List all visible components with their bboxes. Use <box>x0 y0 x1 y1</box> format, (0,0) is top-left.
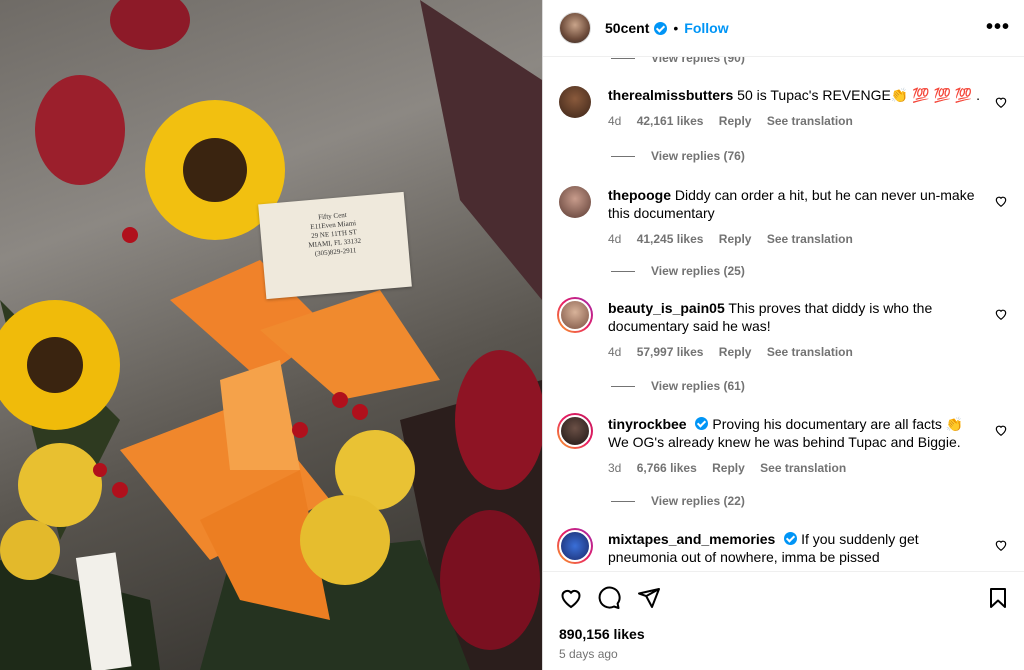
verified-badge-icon <box>784 532 798 545</box>
comment-avatar[interactable] <box>557 413 593 449</box>
comment-body: tinyrockbee Proving his documentary are … <box>608 415 982 477</box>
flower-bouquet-image <box>0 0 542 670</box>
comment-meta: 4d 41,245 likes Reply See translation <box>608 230 982 248</box>
comment-age: 4d <box>608 114 622 128</box>
comment-avatar[interactable] <box>557 528 593 564</box>
comment-avatar[interactable] <box>557 297 593 333</box>
view-replies-button[interactable]: View replies (61) <box>611 379 745 393</box>
see-translation-button[interactable]: See translation <box>767 114 853 128</box>
view-replies-button[interactable]: View replies (22) <box>611 494 745 508</box>
comment-username[interactable]: therealmissbutters <box>608 87 733 103</box>
comment-username[interactable]: thepooge <box>608 187 671 203</box>
comment-heart-icon[interactable] <box>994 194 1008 208</box>
comments-list: View replies (90) therealmissbutters 50 … <box>543 57 1024 570</box>
verified-badge-icon <box>654 21 668 35</box>
view-replies-button[interactable]: View replies (25) <box>611 264 745 278</box>
view-replies-button[interactable]: View replies (76) <box>611 149 745 163</box>
see-translation-button[interactable]: See translation <box>767 232 853 246</box>
reply-button[interactable]: Reply <box>719 114 752 128</box>
comment-body: therealmissbutters 50 is Tupac's REVENGE… <box>608 86 982 130</box>
reply-button[interactable]: Reply <box>719 232 752 246</box>
replies-line <box>611 270 635 272</box>
comment-item: thepooge Diddy can order a hit, but he c… <box>559 186 1008 256</box>
view-replies-label: View replies (61) <box>651 379 745 393</box>
comment-item: tinyrockbee Proving his documentary are … <box>557 413 1008 485</box>
comment-meta: 4d 57,997 likes Reply See translation <box>608 343 982 361</box>
heart-icon[interactable] <box>559 586 583 610</box>
comment-likes[interactable]: 41,245 likes <box>637 232 704 246</box>
avatar[interactable] <box>559 12 591 44</box>
bookmark-icon[interactable] <box>986 586 1010 610</box>
comment-item: beauty_is_pain05 This proves that diddy … <box>557 297 1008 369</box>
post-header: 50cent • Follow ••• <box>543 0 1024 57</box>
comment-age: 4d <box>608 345 622 359</box>
business-card: Fifty Cent E11Even Miami 29 NE 11TH ST M… <box>258 191 412 300</box>
comment-item: therealmissbutters 50 is Tupac's REVENGE… <box>559 86 1008 156</box>
comment-body: mixtapes_and_memories If you suddenly ge… <box>608 530 982 566</box>
comment-body: beauty_is_pain05 This proves that diddy … <box>608 299 982 361</box>
view-replies-label: View replies (25) <box>651 264 745 278</box>
replies-line <box>611 155 635 157</box>
view-replies-label: View replies (22) <box>651 494 745 508</box>
comment-body: thepooge Diddy can order a hit, but he c… <box>608 186 982 248</box>
see-translation-button[interactable]: See translation <box>760 461 846 475</box>
comment-heart-icon[interactable] <box>994 95 1008 109</box>
comment-heart-icon[interactable] <box>994 423 1008 437</box>
post-username[interactable]: 50cent <box>605 20 649 36</box>
comment-age: 4d <box>608 232 622 246</box>
view-replies-label: View replies (90) <box>651 57 745 65</box>
post-actions: 890,156 likes 5 days ago <box>543 571 1024 670</box>
comment-avatar[interactable] <box>559 86 591 118</box>
share-icon[interactable] <box>637 586 661 610</box>
view-replies-label: View replies (76) <box>651 149 745 163</box>
comment-meta: 3d 6,766 likes Reply See translation <box>608 459 982 477</box>
comment-age: 3d <box>608 461 622 475</box>
likes-count[interactable]: 890,156 likes <box>559 626 645 642</box>
view-replies-button[interactable]: View replies (90) <box>611 57 745 65</box>
comment-likes[interactable]: 57,997 likes <box>637 345 704 359</box>
verified-badge-icon <box>695 417 709 430</box>
comment-username[interactable]: beauty_is_pain05 <box>608 300 725 316</box>
comment-likes[interactable]: 42,161 likes <box>637 114 704 128</box>
comment-heart-icon[interactable] <box>994 538 1008 552</box>
replies-line <box>611 385 635 387</box>
follow-button[interactable]: Follow <box>684 20 728 36</box>
comment-likes[interactable]: 6,766 likes <box>637 461 697 475</box>
reply-button[interactable]: Reply <box>712 461 745 475</box>
see-translation-button[interactable]: See translation <box>767 345 853 359</box>
separator: • <box>673 20 679 36</box>
replies-line <box>611 57 635 59</box>
comment-text: 50 is Tupac's REVENGE👏 💯 💯 💯 . <box>737 87 980 103</box>
post-timestamp[interactable]: 5 days ago <box>559 647 618 661</box>
comment-avatar[interactable] <box>559 186 591 218</box>
more-options-icon[interactable]: ••• <box>986 16 1010 39</box>
reply-button[interactable]: Reply <box>719 345 752 359</box>
post-side-panel: 50cent • Follow ••• View replies (90) th… <box>542 0 1024 670</box>
comment-icon[interactable] <box>597 586 621 610</box>
comment-username[interactable]: mixtapes_and_memories <box>608 531 775 547</box>
comment-meta: 4d 42,161 likes Reply See translation <box>608 112 982 130</box>
action-icons <box>557 586 1010 612</box>
comment-heart-icon[interactable] <box>994 307 1008 321</box>
replies-line <box>611 500 635 502</box>
comment-username[interactable]: tinyrockbee <box>608 416 687 432</box>
post-image: Fifty Cent E11Even Miami 29 NE 11TH ST M… <box>0 0 542 670</box>
comment-item: mixtapes_and_memories If you suddenly ge… <box>557 528 1008 570</box>
